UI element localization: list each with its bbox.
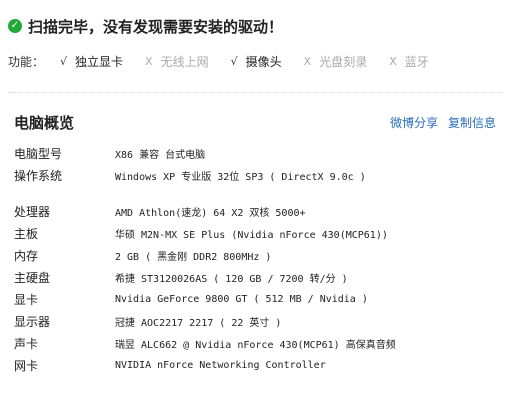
spec-value: Nvidia GeForce 9800 GT ( 512 MB / Nvidia… <box>115 293 368 305</box>
feature-wireless: X 无线上网 <box>145 53 209 70</box>
feature-dedicated-gpu: √ 独立显卡 <box>60 53 123 70</box>
feature-disc-burning: X 光盘刻录 <box>304 53 368 70</box>
spec-value: 2 GB ( 黑金刚 DDR2 800MHz ) <box>115 251 272 263</box>
spec-value: 瑞昱 ALC662 @ Nvidia nForce 430(MCP61) 高保真… <box>115 339 396 351</box>
spec-value: AMD Athlon(速龙) 64 X2 双核 5000+ <box>115 207 306 219</box>
spec-key: 电脑型号 <box>14 146 63 161</box>
spec-value: X86 兼容 台式电脑 <box>115 149 206 161</box>
scan-result: ✓ 扫描完毕，没有发现需要安装的驱动！ <box>8 15 283 37</box>
spec-key: 主硬盘 <box>14 270 51 285</box>
spec-value: 冠捷 AOC2217 2217 ( 22 英寸 ) <box>115 317 282 329</box>
spec-row-cpu: 处理器 AMD Athlon(速龙) 64 X2 双核 5000+ <box>14 200 500 222</box>
cross-icon: X <box>303 54 312 68</box>
spec-key: 网卡 <box>14 358 39 373</box>
spec-row-audio: 声卡 瑞昱 ALC662 @ Nvidia nForce 430(MCP61) … <box>14 332 500 354</box>
spec-value: NVIDIA nForce Networking Controller <box>115 359 326 371</box>
spec-row-monitor: 显示器 冠捷 AOC2217 2217 ( 22 英寸 ) <box>14 310 500 332</box>
feature-bluetooth: X 蓝牙 <box>389 53 429 70</box>
spec-key: 显示器 <box>14 314 51 329</box>
spec-row-os: 操作系统 Windows XP 专业版 32位 SP3 ( DirectX 9.… <box>14 164 500 186</box>
feature-camera: √ 摄像头 <box>231 53 282 70</box>
feature-name: 无线上网 <box>160 54 209 69</box>
spec-value: 希捷 ST3120026AS ( 120 GB / 7200 转/分 ) <box>115 273 348 285</box>
feature-name: 摄像头 <box>245 54 282 69</box>
section-divider <box>8 92 504 93</box>
spec-value: Windows XP 专业版 32位 SP3 ( DirectX 9.0c ) <box>115 171 366 183</box>
spec-row-model: 电脑型号 X86 兼容 台式电脑 <box>14 142 500 164</box>
spec-table: 电脑型号 X86 兼容 台式电脑 操作系统 Windows XP 专业版 32位… <box>14 142 500 376</box>
spec-row-nic: 网卡 NVIDIA nForce Networking Controller <box>14 354 500 376</box>
spec-key: 显卡 <box>14 292 39 307</box>
spec-key: 声卡 <box>14 336 39 351</box>
feature-bar: 功能： √ 独立显卡 X 无线上网 √ 摄像头 X 光盘刻录 X 蓝牙 <box>8 51 451 71</box>
feature-name: 独立显卡 <box>75 54 124 69</box>
check-circle-icon: ✓ <box>8 19 22 33</box>
spec-key: 内存 <box>14 248 39 263</box>
spec-value: 华硕 M2N-MX SE Plus (Nvidia nForce 430(MCP… <box>115 229 388 241</box>
overview-title: 电脑概览 <box>14 114 75 132</box>
feature-name: 光盘刻录 <box>319 54 368 69</box>
cross-icon: X <box>389 54 397 68</box>
spec-row-disk: 主硬盘 希捷 ST3120026AS ( 120 GB / 7200 转/分 ) <box>14 266 500 288</box>
spec-row-board: 主板 华硕 M2N-MX SE Plus (Nvidia nForce 430(… <box>14 222 500 244</box>
checkmark-icon: √ <box>230 54 238 68</box>
spec-row-gpu: 显卡 Nvidia GeForce 9800 GT ( 512 MB / Nvi… <box>14 288 500 310</box>
feature-name: 蓝牙 <box>404 54 429 69</box>
cross-icon: X <box>145 54 153 68</box>
spec-key: 处理器 <box>14 204 51 219</box>
spec-key: 主板 <box>14 226 39 241</box>
checkmark-icon: √ <box>60 54 68 68</box>
weibo-share-link[interactable]: 微博分享 <box>390 116 438 130</box>
overview-actions: 微博分享 复制信息 <box>384 114 496 131</box>
spec-row-memory: 内存 2 GB ( 黑金刚 DDR2 800MHz ) <box>14 244 500 266</box>
feature-label: 功能： <box>8 54 45 69</box>
copy-info-link[interactable]: 复制信息 <box>448 116 496 130</box>
scan-message: 扫描完毕，没有发现需要安装的驱动！ <box>28 17 284 36</box>
spec-key: 操作系统 <box>14 168 63 183</box>
